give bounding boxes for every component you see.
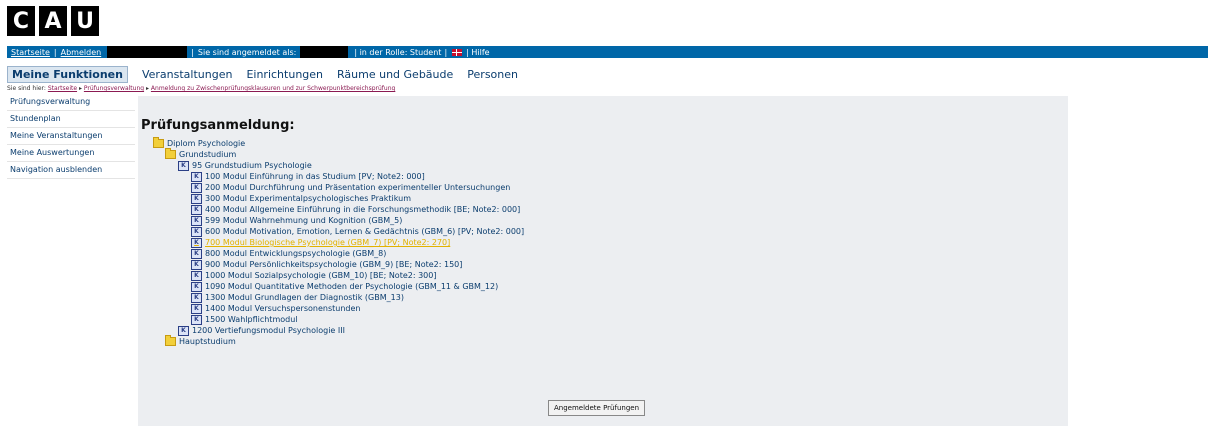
module-icon: K (191, 193, 202, 204)
module-icon: K (191, 281, 202, 292)
english-flag-icon[interactable] (452, 48, 463, 56)
help-link[interactable]: | Hilfe (466, 48, 489, 57)
breadcrumb-anmeldung[interactable]: Anmeldung zu Zwischenprüfungsklausuren u… (151, 85, 395, 92)
tree-node-label[interactable]: 200 Modul Durchführung und Präsentation … (205, 182, 510, 193)
tree-node-label[interactable]: 1400 Modul Versuchspersonenstunden (205, 303, 360, 314)
tree-node-label[interactable]: 1300 Modul Grundlagen der Diagnostik (GB… (205, 292, 404, 303)
tree-node-label[interactable]: 100 Modul Einführung in das Studium [PV;… (205, 171, 425, 182)
sidebar: Prüfungsverwaltung Stundenplan Meine Ver… (7, 94, 135, 179)
tree-node-label[interactable]: 600 Modul Motivation, Emotion, Lernen & … (205, 226, 524, 237)
logged-in-label: Sie sind angemeldet als: (197, 47, 297, 57)
tree-node[interactable]: K 1500 Wahlpflichtmodul (191, 314, 298, 325)
tree-node-label[interactable]: Hauptstudium (179, 336, 236, 347)
topbar-separator: | (53, 47, 57, 57)
tree-node-label[interactable]: 700 Modul Biologische Psychologie (GBM_7… (205, 237, 450, 248)
tree-node[interactable]: K 95 Grundstudium Psychologie (178, 160, 312, 171)
tab-personen[interactable]: Personen (467, 68, 518, 81)
module-icon: K (178, 160, 189, 171)
tree-node[interactable]: K 400 Modul Allgemeine Einführung in die … (191, 204, 520, 215)
sidebar-item-meine-auswertungen[interactable]: Meine Auswertungen (7, 145, 135, 162)
sidebar-item-pruefungsverwaltung[interactable]: Prüfungsverwaltung (7, 94, 135, 111)
tree-node-label[interactable]: 1000 Modul Sozialpsychologie (GBM_10) [B… (205, 270, 436, 281)
module-icon: K (191, 259, 202, 270)
tree-node-label[interactable]: 1090 Modul Quantitative Methoden der Psy… (205, 281, 498, 292)
breadcrumb-pruefungsverwaltung[interactable]: Prüfungsverwaltung (84, 85, 144, 92)
module-icon: K (178, 325, 189, 336)
tree-node-label[interactable]: 1200 Vertiefungsmodul Psychologie III (192, 325, 345, 336)
redacted-name (300, 46, 349, 58)
tree-node-label[interactable]: 300 Modul Experimentalpsychologisches Pr… (205, 193, 411, 204)
tree-node-selected[interactable]: K 700 Modul Biologische Psychologie (GBM_… (191, 237, 450, 248)
sidebar-item-stundenplan[interactable]: Stundenplan (7, 111, 135, 128)
top-bar: Startseite | Abmelden | Sie sind angemel… (7, 46, 1208, 58)
redacted-username (107, 46, 188, 58)
folder-icon (165, 148, 176, 159)
tree-node[interactable]: K 800 Modul Entwicklungspsychologie (GBM_… (191, 248, 386, 259)
tab-meine-funktionen[interactable]: Meine Funktionen (7, 65, 128, 83)
angemeldete-pruefungen-button[interactable]: Angemeldete Prüfungen (548, 400, 646, 416)
module-icon: K (191, 237, 202, 248)
folder-icon (153, 137, 164, 148)
tree-node-label[interactable]: 599 Modul Wahrnehmung und Kognition (GBM… (205, 215, 402, 226)
tree-node-label[interactable]: 95 Grundstudium Psychologie (192, 160, 312, 171)
module-icon: K (191, 204, 202, 215)
logo-letter-u: U (71, 6, 99, 36)
topbar-separator: | (191, 47, 194, 57)
tree-node[interactable]: Grundstudium (165, 148, 236, 160)
main-nav: Meine Funktionen Veranstaltungen Einrich… (7, 65, 518, 83)
tree-node-label[interactable]: Diplom Psychologie (167, 138, 245, 149)
logo-letter-a: A (39, 6, 67, 36)
tree-node[interactable]: K 200 Modul Durchführung und Präsentation… (191, 182, 510, 193)
tree-node[interactable]: K 1000 Modul Sozialpsychologie (GBM_10) [… (191, 270, 436, 281)
module-icon: K (191, 226, 202, 237)
tree-node-label[interactable]: 800 Modul Entwicklungspsychologie (GBM_8… (205, 248, 386, 259)
module-icon: K (191, 171, 202, 182)
content-panel: Prüfungsanmeldung: Diplom Psychologie Gr… (138, 96, 1068, 426)
logo-letter-c: C (7, 6, 35, 36)
sidebar-item-navigation-ausblenden[interactable]: Navigation ausblenden (7, 162, 135, 179)
abmelden-link[interactable]: Abmelden (61, 48, 102, 57)
breadcrumb: Sie sind hier: Startseite ▸ Prüfungsverw… (7, 85, 395, 92)
module-icon: K (191, 292, 202, 303)
tree-node[interactable]: K 900 Modul Persönlichkeitspsychologie (G… (191, 259, 462, 270)
page-title: Prüfungsanmeldung: (141, 118, 295, 133)
module-icon: K (191, 215, 202, 226)
module-icon: K (191, 314, 202, 325)
tree-node-label[interactable]: 1500 Wahlpflichtmodul (205, 314, 298, 325)
role-label: | in der Rolle: Student (354, 47, 442, 57)
module-icon: K (191, 248, 202, 259)
tree-node[interactable]: K 1400 Modul Versuchspersonenstunden (191, 303, 360, 314)
module-icon: K (191, 182, 202, 193)
tree-node[interactable]: K 300 Modul Experimentalpsychologisches P… (191, 193, 411, 204)
tree-node-label[interactable]: 400 Modul Allgemeine Einführung in die F… (205, 204, 520, 215)
tree-node[interactable]: K 600 Modul Motivation, Emotion, Lernen &… (191, 226, 524, 237)
tree-node-label[interactable]: 900 Modul Persönlichkeitspsychologie (GB… (205, 259, 462, 270)
tab-veranstaltungen[interactable]: Veranstaltungen (142, 68, 233, 81)
module-icon: K (191, 270, 202, 281)
tab-einrichtungen[interactable]: Einrichtungen (246, 68, 323, 81)
module-icon: K (191, 303, 202, 314)
tree-node[interactable]: K 1300 Modul Grundlagen der Diagnostik (G… (191, 292, 404, 303)
folder-icon (165, 335, 176, 346)
breadcrumb-startseite[interactable]: Startseite (48, 85, 77, 92)
tree-node[interactable]: Hauptstudium (165, 335, 236, 347)
tree-node[interactable]: K 1200 Vertiefungsmodul Psychologie III (178, 325, 345, 336)
tree-node-label[interactable]: Grundstudium (179, 149, 236, 160)
tree-node[interactable]: K 100 Modul Einführung in das Studium [PV… (191, 171, 425, 182)
tree-node[interactable]: K 1090 Modul Quantitative Methoden der Ps… (191, 281, 498, 292)
cau-logo: C A U (7, 6, 103, 36)
tab-raeume-gebaeude[interactable]: Räume und Gebäude (337, 68, 453, 81)
tree-node[interactable]: K 599 Modul Wahrnehmung und Kognition (GB… (191, 215, 402, 226)
startseite-link[interactable]: Startseite (11, 48, 50, 57)
sidebar-item-meine-veranstaltungen[interactable]: Meine Veranstaltungen (7, 128, 135, 145)
topbar-separator: | (444, 47, 448, 57)
breadcrumb-label: Sie sind hier: (7, 85, 46, 92)
